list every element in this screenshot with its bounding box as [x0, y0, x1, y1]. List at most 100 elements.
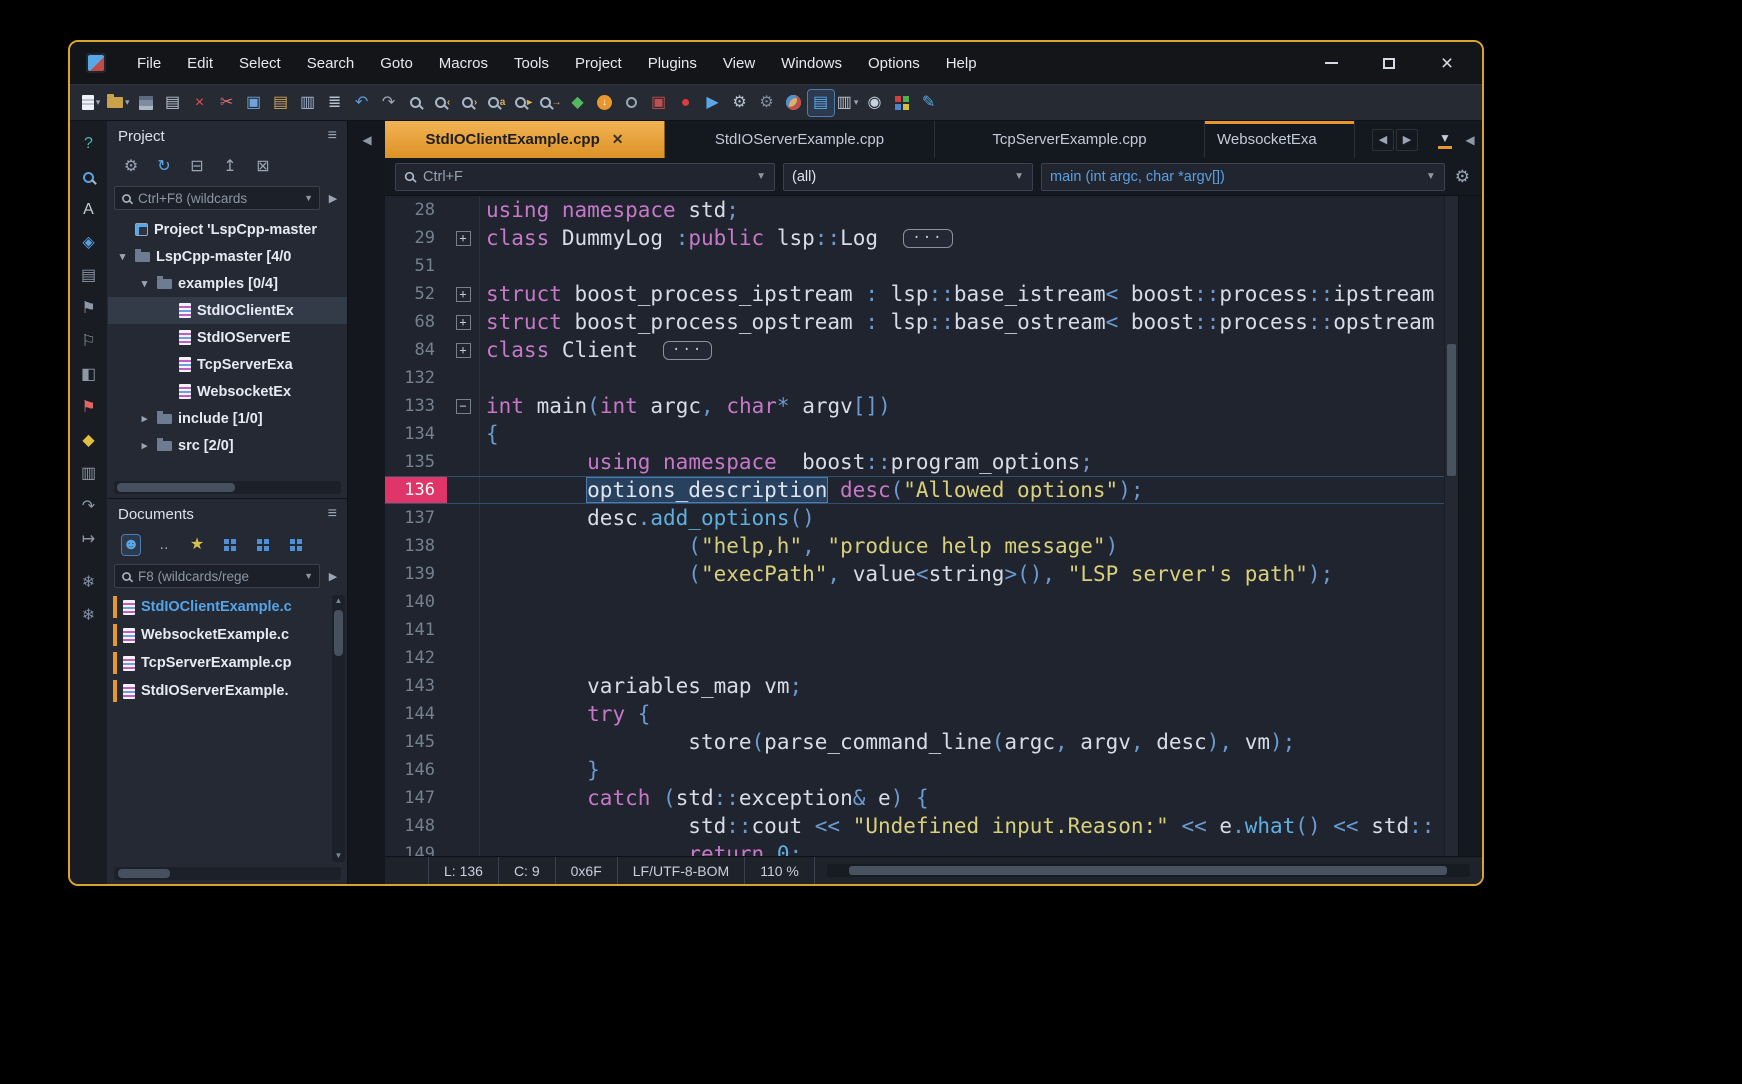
project-tree-hscrollbar[interactable] — [114, 481, 341, 494]
grid-view-icon[interactable] — [221, 535, 239, 555]
code-line[interactable]: 52+struct boost_process_ipstream : lsp::… — [385, 280, 1444, 308]
line-number[interactable]: 144 — [385, 700, 447, 728]
close-button[interactable]: × — [1432, 50, 1462, 76]
tab-websocketexa[interactable]: WebsocketExa — [1205, 121, 1355, 158]
menu-select[interactable]: Select — [228, 51, 292, 76]
tree-item[interactable]: WebsocketEx — [108, 378, 347, 405]
code-line[interactable]: 145 store(parse_command_line(argc, argv,… — [385, 728, 1444, 756]
line-number[interactable]: 136 — [385, 477, 447, 503]
status-column[interactable]: C: 9 — [499, 857, 556, 884]
tab-close-icon[interactable]: ✕ — [612, 131, 624, 148]
project-tree-hscroll-thumb[interactable] — [117, 483, 235, 492]
line-number[interactable]: 134 — [385, 420, 447, 448]
flag-outline-icon[interactable]: ⚐ — [77, 331, 101, 353]
scroll-up-icon[interactable]: ▲ — [335, 595, 343, 607]
addons-download-icon[interactable]: ↓ — [592, 90, 618, 116]
line-number[interactable]: 51 — [385, 252, 447, 280]
fold-toggle[interactable]: + — [447, 308, 479, 336]
code-line[interactable]: 135 using namespace boost::program_optio… — [385, 448, 1444, 476]
editor-hscrollbar[interactable] — [827, 864, 1470, 877]
help-icon[interactable]: ? — [77, 133, 101, 155]
tab-prev-button[interactable]: ◀ — [1372, 129, 1394, 151]
snippets-icon[interactable]: ◈ — [77, 232, 101, 254]
menu-help[interactable]: Help — [935, 51, 988, 76]
code-line-text[interactable]: ("execPath", value<string>(), "LSP serve… — [479, 560, 1444, 588]
scope-select[interactable]: (all) ▼ — [783, 163, 1033, 191]
line-number[interactable]: 142 — [385, 644, 447, 672]
code-line[interactable]: 138 ("help,h", "produce help message") — [385, 532, 1444, 560]
close-file-icon[interactable]: × — [187, 90, 213, 116]
code-line-text[interactable] — [479, 252, 1444, 280]
editor-vscroll-thumb[interactable] — [1447, 344, 1456, 476]
notes-icon[interactable]: ▥ — [77, 463, 101, 485]
find-next-icon[interactable]: › — [457, 90, 483, 116]
status-encoding[interactable]: LF/UTF-8-BOM — [618, 857, 745, 884]
code-line-text[interactable]: class Client ··· — [479, 336, 1444, 364]
documents-vscroll-thumb[interactable] — [334, 610, 343, 656]
documents-panel-menu-icon[interactable]: ≡ — [328, 505, 337, 523]
code-line-text[interactable]: { — [479, 420, 1444, 448]
save-icon[interactable] — [133, 90, 159, 116]
documents-search-next-button[interactable]: ▶ — [325, 570, 341, 583]
line-number[interactable]: 84 — [385, 336, 447, 364]
fold-expand-icon[interactable]: + — [456, 343, 471, 358]
code-line-text[interactable]: } — [479, 756, 1444, 784]
line-number[interactable]: 28 — [385, 196, 447, 224]
menu-project[interactable]: Project — [564, 51, 633, 76]
find-in-files-icon[interactable]: ▸ — [511, 90, 537, 116]
menu-file[interactable]: File — [126, 51, 172, 76]
search-web-icon[interactable] — [77, 166, 101, 188]
panel-splitter[interactable]: ◀ — [348, 121, 385, 884]
maximize-button[interactable] — [1374, 50, 1404, 76]
line-number[interactable]: 52 — [385, 280, 447, 308]
code-line-text[interactable]: desc.add_options() — [479, 504, 1444, 532]
undo-icon[interactable]: ↶ — [349, 90, 375, 116]
settings-gear-icon[interactable]: ⚙ — [727, 90, 753, 116]
fold-toggle[interactable]: + — [447, 336, 479, 364]
tab-menu-icon[interactable]: ▼ — [1432, 121, 1458, 158]
code-line[interactable]: 136 options_description desc("Allowed op… — [385, 476, 1444, 504]
lexer-marker-icon[interactable]: ◆ — [565, 90, 591, 116]
code-line-text[interactable]: int main(int argc, char* argv[]) — [479, 392, 1444, 420]
code-line-text[interactable]: try { — [479, 700, 1444, 728]
paste-icon[interactable]: ▤ — [268, 90, 294, 116]
code-line-text[interactable]: options_description desc("Allowed option… — [479, 477, 1444, 503]
flag-red-icon[interactable]: ⚑ — [77, 397, 101, 419]
documents-vscrollbar[interactable]: ▲ ▼ — [332, 595, 345, 862]
chevron-open-icon[interactable]: ▾ — [116, 250, 129, 263]
fold-toggle[interactable]: + — [447, 224, 479, 252]
document-item[interactable]: StdIOClientExample.c — [108, 593, 347, 621]
bookmark-icon[interactable]: ◧ — [77, 364, 101, 386]
code-line[interactable]: 51 — [385, 252, 1444, 280]
line-number[interactable]: 133 — [385, 392, 447, 420]
menu-edit[interactable]: Edit — [176, 51, 224, 76]
code-line[interactable]: 139 ("execPath", value<string>(), "LSP s… — [385, 560, 1444, 588]
project-search-dropdown-icon[interactable]: ▼ — [304, 193, 313, 203]
menu-plugins[interactable]: Plugins — [637, 51, 708, 76]
document-item[interactable]: StdIOServerExample. — [108, 677, 347, 705]
menu-search[interactable]: Search — [296, 51, 366, 76]
code-line-text[interactable]: variables_map vm; — [479, 672, 1444, 700]
line-number[interactable]: 146 — [385, 756, 447, 784]
code-line-text[interactable]: store(parse_command_line(argc, argv, des… — [479, 728, 1444, 756]
code-line[interactable]: 142 — [385, 644, 1444, 672]
line-number[interactable]: 135 — [385, 448, 447, 476]
code-line-text[interactable]: catch (std::exception& e) { — [479, 784, 1444, 812]
code-line-text[interactable] — [479, 616, 1444, 644]
code-line[interactable]: 140 — [385, 588, 1444, 616]
macro-record-icon[interactable]: ● — [673, 90, 699, 116]
tree-item[interactable]: TcpServerExa — [108, 351, 347, 378]
addons-circle-icon[interactable] — [619, 90, 645, 116]
tree-item[interactable]: StdIOServerE — [108, 324, 347, 351]
line-number[interactable]: 143 — [385, 672, 447, 700]
line-number[interactable]: 29 — [385, 224, 447, 252]
code-line[interactable]: 29+class DummyLog :public lsp::Log ··· — [385, 224, 1444, 252]
menu-windows[interactable]: Windows — [770, 51, 853, 76]
line-number[interactable]: 137 — [385, 504, 447, 532]
line-number[interactable]: 140 — [385, 588, 447, 616]
dropdown-arrow-icon[interactable]: ▾ — [854, 97, 859, 108]
code-line[interactable]: 84 + class Client ··· — [385, 336, 1444, 364]
symbol-select[interactable]: main (int argc, char *argv[]) ▼ — [1041, 163, 1445, 191]
folded-code-ellipsis[interactable]: ··· — [903, 229, 952, 248]
code-line[interactable]: 149 return 0; — [385, 840, 1444, 856]
